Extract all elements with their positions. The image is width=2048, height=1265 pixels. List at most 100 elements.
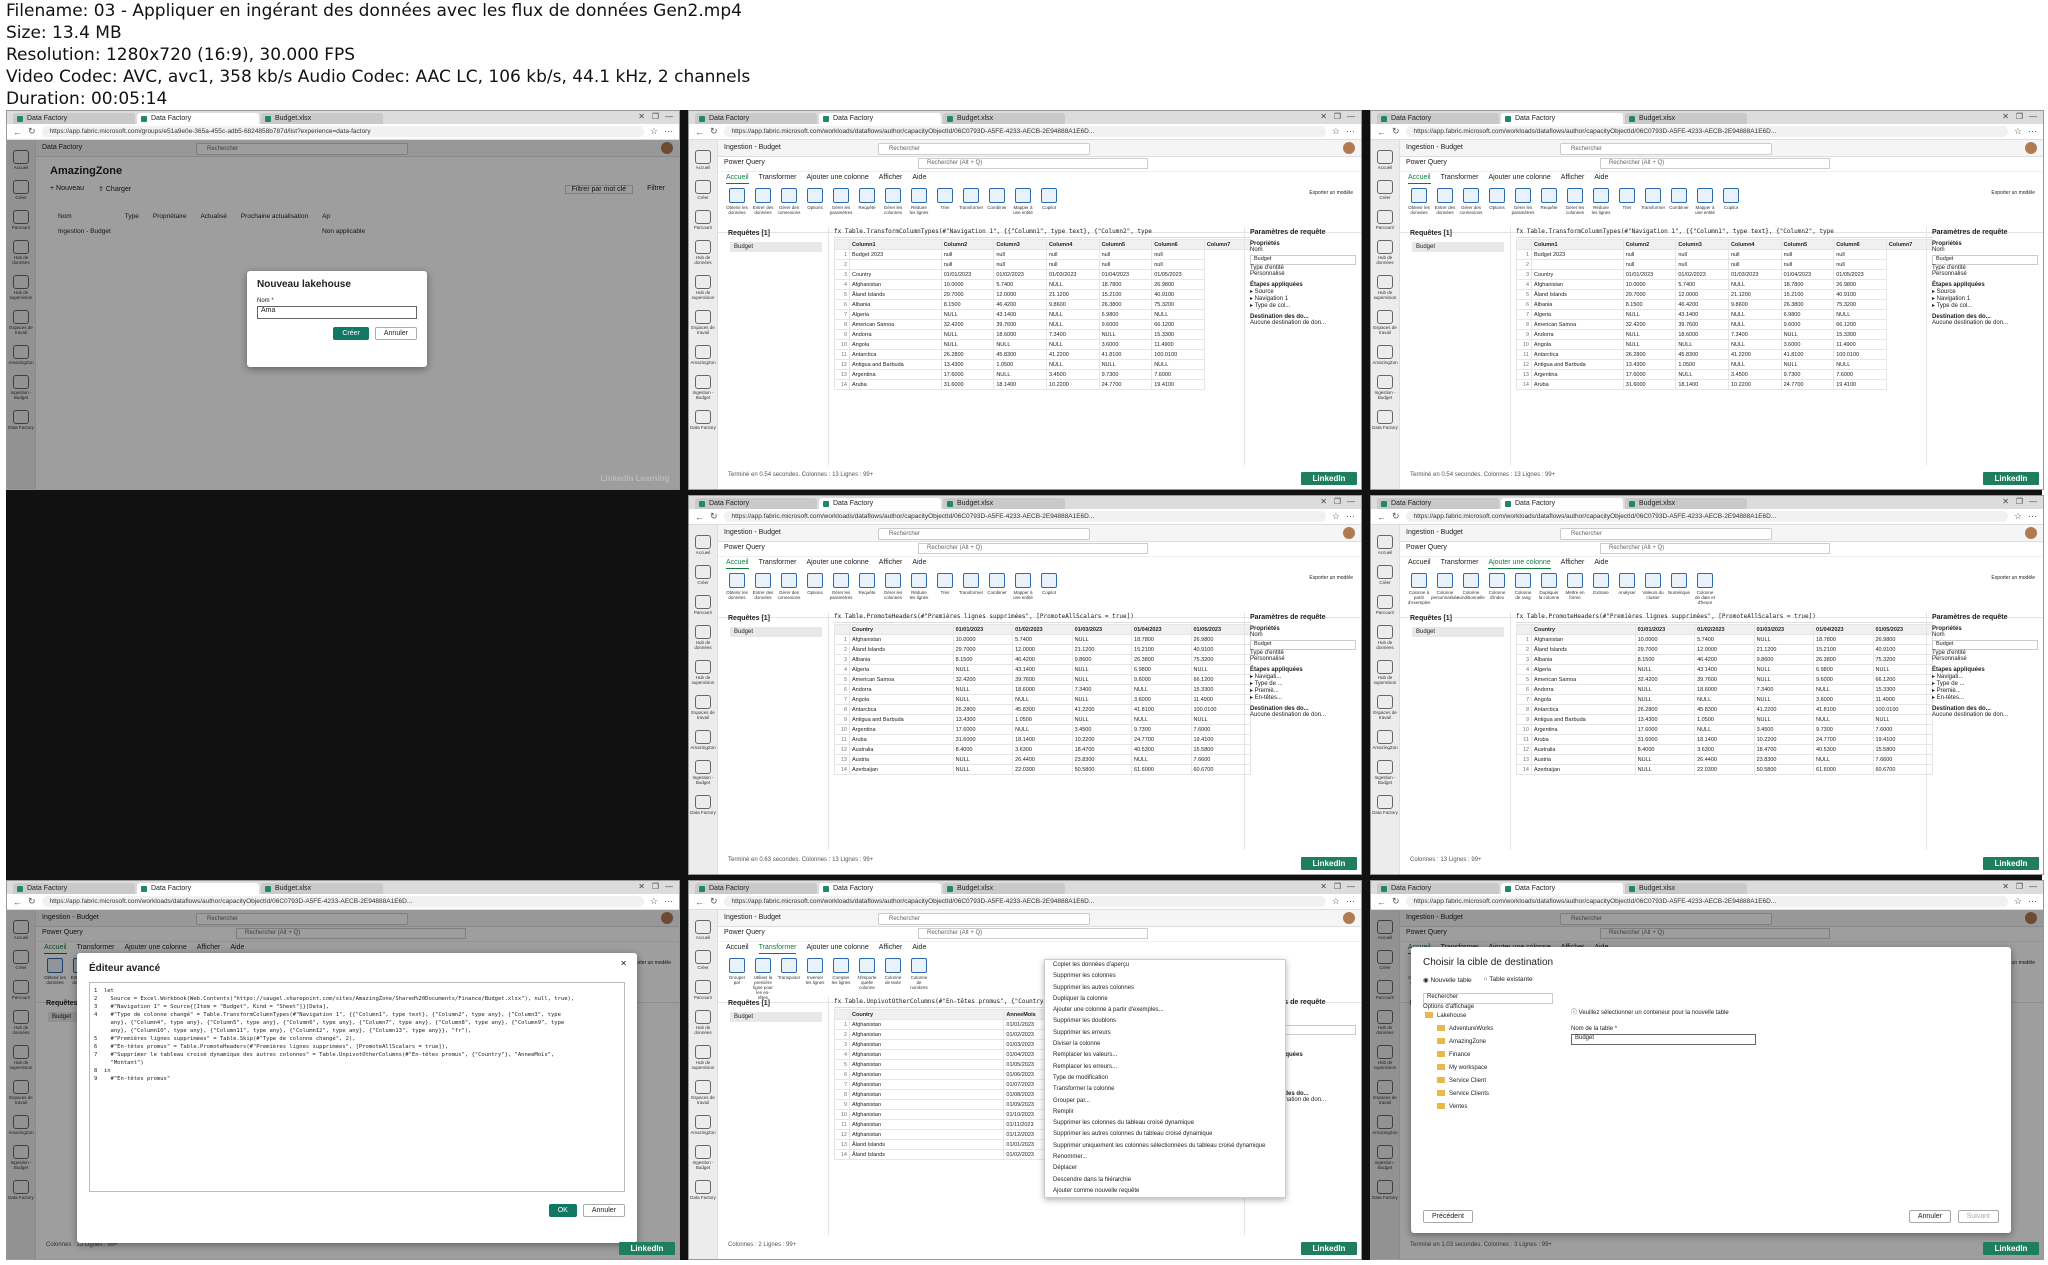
tree-item[interactable]: Service Clients bbox=[1423, 1088, 1553, 1101]
ribbon-button-8[interactable]: Analyser bbox=[1616, 573, 1638, 615]
ribbon-button-1[interactable]: Entrer des données bbox=[752, 188, 774, 230]
ribbon-button-8[interactable]: Trier bbox=[934, 573, 956, 615]
rail-item-3[interactable]: Hub de données bbox=[1371, 625, 1399, 650]
ribbon-button-9[interactable]: Transformer bbox=[1641, 188, 1665, 230]
ribbon-tab-4[interactable]: Aide bbox=[912, 174, 926, 184]
pq-search-input[interactable]: Rechercher (Alt + Q) bbox=[918, 543, 1148, 554]
minimize-icon[interactable]: — bbox=[1347, 497, 1355, 506]
rail-item-1[interactable]: Créer bbox=[1371, 565, 1399, 585]
avatar[interactable] bbox=[2025, 142, 2037, 154]
close-icon[interactable]: ✕ bbox=[1320, 882, 1327, 891]
ribbon-button-5[interactable]: Requête bbox=[856, 573, 878, 615]
url-field[interactable]: https://app.fabric.microsoft.com/workloa… bbox=[723, 126, 1326, 137]
column-header[interactable]: Column4 bbox=[1045, 239, 1100, 250]
menu-dots-icon[interactable]: ⋯ bbox=[664, 126, 673, 137]
browser-tab[interactable]: Data Factory bbox=[1377, 498, 1499, 509]
url-field[interactable]: https://app.fabric.microsoft.com/workloa… bbox=[723, 511, 1326, 522]
column-header[interactable]: 01/04/2023 bbox=[1813, 624, 1874, 635]
rail-item-1[interactable]: Créer bbox=[689, 950, 717, 970]
rail-item-0[interactable]: Accueil bbox=[1371, 535, 1399, 555]
column-header[interactable]: Column2 bbox=[1622, 239, 1677, 250]
rail-item-5[interactable]: Espaces de travail bbox=[1371, 310, 1399, 335]
query-item[interactable]: Budget bbox=[730, 627, 822, 637]
browser-tab[interactable]: Budget.xlsx bbox=[1625, 883, 1747, 894]
context-menu-item-2[interactable]: Supprimer les autres colonnes bbox=[1045, 983, 1285, 994]
context-menu-item-18[interactable]: Déplacer bbox=[1045, 1163, 1285, 1174]
ribbon-tab-0[interactable]: Accueil bbox=[1408, 559, 1431, 569]
rail-item-8[interactable]: Data Factory bbox=[1371, 410, 1399, 430]
ribbon-tab-4[interactable]: Aide bbox=[912, 944, 926, 954]
avatar[interactable] bbox=[1343, 912, 1355, 924]
column-header[interactable]: Column6 bbox=[1833, 239, 1887, 250]
context-menu-item-17[interactable]: Renommer... bbox=[1045, 1152, 1285, 1163]
rail-item-4[interactable]: Hub de supervision bbox=[1371, 275, 1399, 300]
browser-tab[interactable]: Budget.xlsx bbox=[943, 883, 1065, 894]
context-menu-item-20[interactable]: Ajouter comme nouvelle requête bbox=[1045, 1186, 1285, 1197]
column-header[interactable]: Country bbox=[849, 624, 954, 635]
ribbon-button-11[interactable]: Mapper à une entité bbox=[1012, 188, 1034, 230]
close-icon[interactable]: ✕ bbox=[620, 959, 627, 968]
rail-item-4[interactable]: Hub de supervision bbox=[1371, 660, 1399, 685]
applied-step[interactable]: ▸ Navigati... bbox=[1932, 673, 2038, 680]
ribbon-button-10[interactable]: Combiner bbox=[986, 573, 1008, 615]
ribbon-button-4[interactable]: Gérer les paramètres bbox=[830, 573, 852, 615]
context-menu-item-16[interactable]: Supprimer uniquement les colonnes sélect… bbox=[1045, 1141, 1285, 1152]
column-header[interactable]: Column6 bbox=[1151, 239, 1205, 250]
browser-tab-active[interactable]: Data Factory bbox=[1501, 113, 1623, 124]
minimize-icon[interactable]: — bbox=[2029, 112, 2037, 121]
rail-item-7[interactable]: Ingestion - Budget bbox=[689, 760, 717, 785]
url-field[interactable]: https://app.fabric.microsoft.com/workloa… bbox=[41, 896, 644, 907]
rail-item-0[interactable]: Accueil bbox=[1371, 150, 1399, 170]
column-header[interactable]: Column4 bbox=[1727, 239, 1782, 250]
browser-tab[interactable]: Data Factory bbox=[695, 498, 817, 509]
context-menu-item-6[interactable]: Supprimer les erreurs bbox=[1045, 1028, 1285, 1039]
ribbon-tab-4[interactable]: Aide bbox=[912, 559, 926, 569]
back-icon[interactable]: ← bbox=[1377, 897, 1386, 907]
close-icon[interactable]: ✕ bbox=[638, 112, 645, 121]
maximize-icon[interactable]: ❐ bbox=[2016, 882, 2023, 891]
context-menu-item-3[interactable]: Dupliquer la colonne bbox=[1045, 994, 1285, 1005]
cancel-button[interactable]: Annuler bbox=[582, 1204, 625, 1217]
ribbon-button-7[interactable]: Colonne de nombres bbox=[908, 958, 930, 1000]
export-template-button[interactable]: Exporter un modèle bbox=[1309, 188, 1353, 230]
applied-step[interactable]: ▸ En-têtes... bbox=[1932, 694, 2038, 701]
table-name-input[interactable]: Budget bbox=[1571, 1034, 1756, 1045]
ribbon-button-9[interactable]: Transformer bbox=[959, 573, 983, 615]
ribbon-button-3[interactable]: Options bbox=[804, 573, 826, 615]
context-menu-item-1[interactable]: Supprimer les colonnes bbox=[1045, 971, 1285, 982]
ribbon-button-1[interactable]: Colonne personnalisée bbox=[1431, 573, 1459, 615]
close-icon[interactable]: ✕ bbox=[1320, 112, 1327, 121]
refresh-icon[interactable]: ↻ bbox=[28, 896, 36, 907]
browser-tab[interactable]: Data Factory bbox=[1377, 113, 1499, 124]
star-icon[interactable]: ☆ bbox=[1332, 511, 1340, 522]
menu-dots-icon[interactable]: ⋯ bbox=[1346, 511, 1355, 522]
context-menu-item-5[interactable]: Supprimer les doublons bbox=[1045, 1016, 1285, 1027]
cancel-button[interactable]: Annuler bbox=[374, 327, 417, 340]
rail-item-3[interactable]: Hub de données bbox=[689, 625, 717, 650]
ribbon-tab-1[interactable]: Transformer bbox=[1441, 174, 1479, 184]
ribbon-button-0[interactable]: Obtenir les données bbox=[726, 573, 748, 615]
star-icon[interactable]: ☆ bbox=[1332, 126, 1340, 137]
close-icon[interactable]: ✕ bbox=[2002, 882, 2009, 891]
context-menu-item-4[interactable]: Ajouter une colonne à partir d'exemples.… bbox=[1045, 1005, 1285, 1016]
star-icon[interactable]: ☆ bbox=[2014, 896, 2022, 907]
ribbon-tab-0[interactable]: Accueil bbox=[726, 944, 749, 954]
ribbon-button-4[interactable]: Compter les lignes bbox=[830, 958, 852, 1000]
menu-dots-icon[interactable]: ⋯ bbox=[664, 896, 673, 907]
rail-item-6[interactable]: AmazingZon bbox=[689, 345, 717, 365]
rail-item-1[interactable]: Créer bbox=[689, 180, 717, 200]
search-input[interactable]: Rechercher bbox=[878, 143, 1090, 155]
browser-tab[interactable]: Budget.xlsx bbox=[943, 498, 1065, 509]
ribbon-button-1[interactable]: Entrer des données bbox=[1434, 188, 1456, 230]
rail-item-6[interactable]: AmazingZon bbox=[689, 730, 717, 750]
query-name-field[interactable]: Budget bbox=[1932, 255, 2038, 265]
formula-bar[interactable]: fx Table.PromoteHeaders(#"Premières lign… bbox=[1516, 612, 1933, 623]
refresh-icon[interactable]: ↻ bbox=[710, 126, 718, 137]
ribbon-button-3[interactable]: Inverser les lignes bbox=[804, 958, 826, 1000]
ribbon-tab-0[interactable]: Accueil bbox=[726, 174, 749, 184]
browser-tab-active[interactable]: Data Factory bbox=[137, 883, 259, 894]
rail-item-5[interactable]: Espaces de travail bbox=[689, 310, 717, 335]
tree-item[interactable]: My workspace bbox=[1423, 1062, 1553, 1075]
rail-item-4[interactable]: Hub de supervision bbox=[689, 275, 717, 300]
rail-item-3[interactable]: Hub de données bbox=[689, 240, 717, 265]
